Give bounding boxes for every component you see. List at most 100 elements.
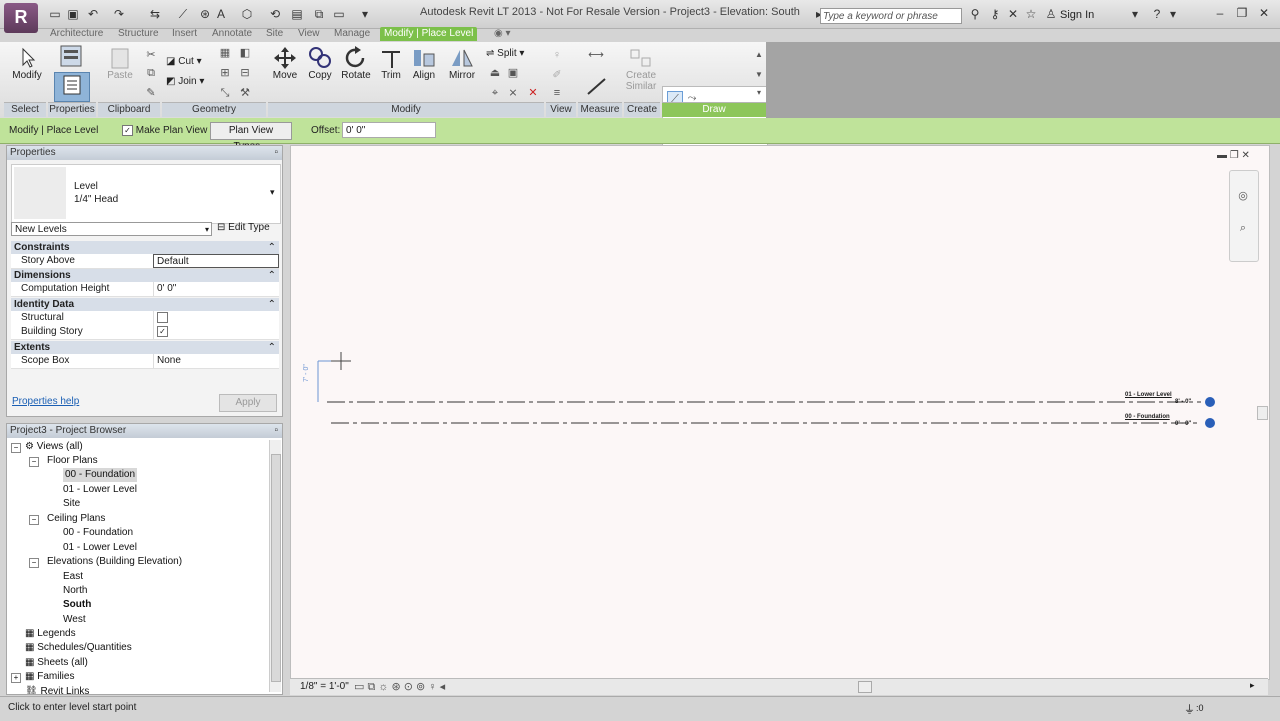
copy-button[interactable]: Copy [304,46,336,81]
level-elevation-lower[interactable]: 8' - 0" [1175,399,1191,405]
panel-select[interactable]: Select [4,102,46,117]
tab-modify-place-level[interactable]: Modify | Place Level [380,27,478,41]
hammer-icon[interactable]: ⚒ [238,86,252,100]
browser-close-icon[interactable]: ▫ [274,424,278,438]
scope-box-field[interactable]: None [153,354,279,368]
panel-clipboard[interactable]: Clipboard [98,102,160,117]
plan-view-types-button[interactable]: Plan View Types... [210,122,292,152]
array-icon[interactable]: ▣ [506,66,520,80]
help-dropdown-icon[interactable]: ▾ [1166,8,1180,20]
tree-item-west[interactable]: West [63,613,86,627]
tree-item-site[interactable]: Site [63,497,80,511]
tag-qat-icon[interactable]: ⊛ [198,8,212,20]
offset-icon[interactable]: ⏏ [488,66,502,80]
level-head-icon[interactable] [1205,397,1215,407]
redo-icon[interactable]: ↷ [112,8,126,20]
view-scale[interactable]: 1/8" = 1'-0" [300,681,349,692]
copy-clipboard-icon[interactable]: ⧉ [144,66,158,80]
tab-manage[interactable]: Manage [334,27,370,41]
create-similar-button[interactable]: Create Similar [624,46,658,92]
minimize-icon[interactable]: – [1212,6,1228,20]
communication-icon[interactable]: ✕ [1006,8,1020,20]
dimension-qat-icon[interactable]: ⟋ [176,8,190,20]
structural-checkbox[interactable] [157,311,168,323]
panel-measure[interactable]: Measure [578,102,622,117]
pin-icon[interactable]: ⌖ [488,86,502,100]
tree-elevations[interactable]: − Elevations (Building Elevation) [29,555,182,569]
panel-modify[interactable]: Modify [268,102,544,117]
rotate-button[interactable]: Rotate [340,46,372,81]
tree-sheets[interactable]: ▦ Sheets (all) [25,656,88,670]
collapse-icon[interactable]: − [11,443,21,453]
tab-architecture[interactable]: Architecture [50,27,103,41]
apply-button[interactable]: Apply [219,394,277,412]
delete-icon[interactable]: ✕ [526,86,540,100]
collapse-icon[interactable]: − [29,457,39,467]
text-qat-icon[interactable]: A [214,8,228,20]
help-icon[interactable]: ? [1150,8,1164,20]
tab-insert[interactable]: Insert [172,27,197,41]
scroll-right-icon[interactable]: ▸ [1250,680,1255,691]
tab-view[interactable]: View [298,27,320,41]
cut-disabled-icon[interactable]: ✂ [144,48,158,62]
customize-qat-icon[interactable]: ▾ [358,8,372,20]
measure-qat-icon[interactable]: ⇆ [148,8,162,20]
split-button[interactable]: ⇌ Split ▾ [486,48,524,59]
tree-item-south[interactable]: South [63,598,91,612]
remove-paint-icon[interactable]: ⊟ [238,66,252,80]
palette-close-icon[interactable]: ▫ [274,146,278,160]
tree-item-north[interactable]: North [63,584,87,598]
measure-button[interactable] [584,76,610,99]
tree-revit-links[interactable]: ⛓ Revit Links [25,685,89,694]
collapse-icon[interactable]: − [29,558,39,568]
browser-scrollbar[interactable] [269,440,281,692]
subscription-icon[interactable]: ⚷ [988,8,1002,20]
tree-floor-plans[interactable]: − Floor Plans [29,454,98,468]
type-selector[interactable]: Level 1/4" Head ▾ [11,164,281,224]
collapse-icon[interactable]: − [29,515,39,525]
tree-item-cp-foundation[interactable]: 00 - Foundation [63,526,133,540]
tab-structure[interactable]: Structure [118,27,159,41]
expand-icon[interactable]: + [11,673,21,683]
gallery-expand-icon[interactable]: ▾ [752,86,766,100]
building-story-checkbox[interactable]: ✓ [157,325,168,337]
tree-item-fp-lower-level[interactable]: 01 - Lower Level [63,483,137,497]
level-name-lower[interactable]: 01 - Lower Level [1125,392,1172,398]
tree-views-all[interactable]: − ⚙ Views (all) [11,440,83,454]
3d-view-qat-icon[interactable]: ⬡ [240,8,254,20]
undo-icon[interactable]: ↶ [86,8,100,20]
tree-item-cp-lower-level[interactable]: 01 - Lower Level [63,541,137,555]
panel-create[interactable]: Create [624,102,660,117]
filter-icon[interactable]: ⏚ [1184,701,1195,717]
story-above-field[interactable]: Default [153,254,279,268]
tree-ceiling-plans[interactable]: − Ceiling Plans [29,512,105,526]
save-icon[interactable]: ▣ [66,8,80,20]
scroll-thumb[interactable] [271,454,281,682]
paste-button[interactable]: Paste [104,46,136,81]
move-button[interactable]: Move [270,46,300,81]
gallery-scroll-down-icon[interactable]: ▼ [752,68,766,82]
tab-site[interactable]: Site [266,27,283,41]
match-properties-icon[interactable]: ✎ [144,86,158,100]
favorites-star-icon[interactable]: ☆ [1024,8,1038,20]
switch-windows-qat-icon[interactable]: ▭ [332,8,346,20]
panel-properties[interactable]: Properties [48,102,96,117]
tree-schedules[interactable]: ▦ Schedules/Quantities [25,641,132,655]
override-graphics-icon[interactable]: ✐ [550,68,564,82]
panel-draw[interactable]: Draw [662,102,766,117]
tab-annotate[interactable]: Annotate [212,27,252,41]
cut-geometry-button[interactable]: ◪ Cut ▾ [166,56,202,67]
align-button[interactable]: Align [408,46,440,81]
make-plan-view-checkbox[interactable]: ✓ Make Plan View [122,125,207,136]
search-input[interactable]: Type a keyword or phrase [820,8,962,24]
group-constraints[interactable]: Constraints ⌃ [11,241,279,254]
properties-toggle-button[interactable] [54,72,90,102]
user-icon[interactable]: ♙ [1044,8,1058,20]
properties-help-link[interactable]: Properties help [12,396,79,407]
linework-icon[interactable]: ≡ [550,86,564,100]
restore-icon[interactable]: ❐ [1234,6,1250,20]
tree-item-east[interactable]: East [63,570,83,584]
demolish-icon[interactable]: ⤡ [218,86,232,100]
trim-button[interactable]: Trim [376,46,406,81]
aligned-dimension-icon[interactable]: ⟷ [584,48,608,62]
